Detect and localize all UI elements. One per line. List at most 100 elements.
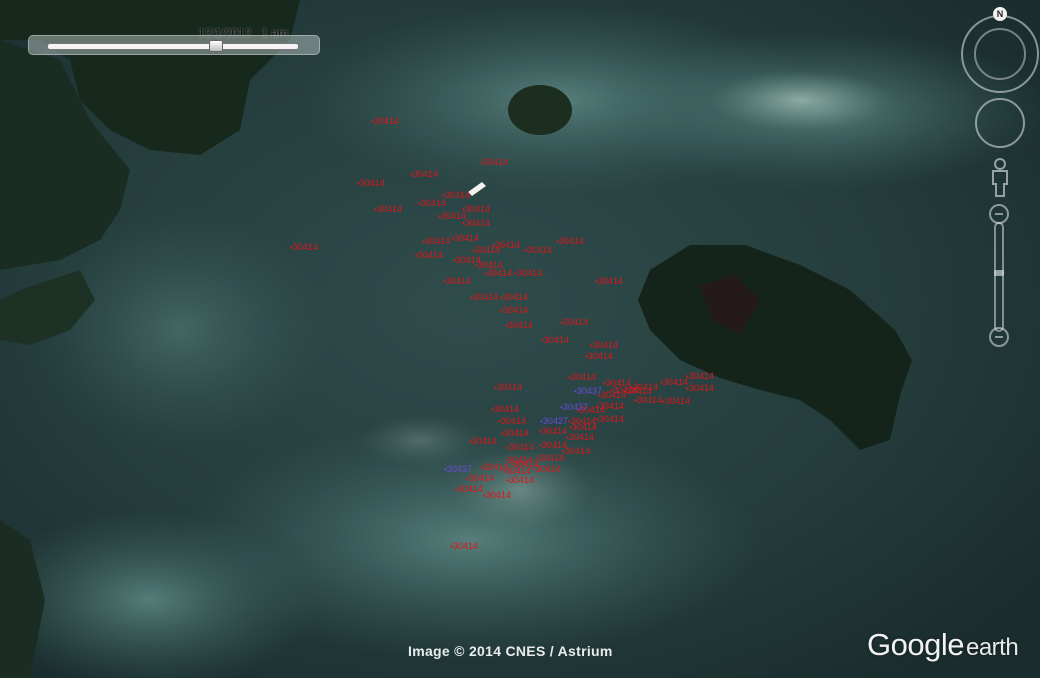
placemark-label[interactable]: •30414	[595, 276, 623, 287]
placemark-label[interactable]: •30414	[536, 453, 564, 464]
placemark-label[interactable]: •30414	[415, 250, 443, 261]
placemark-label[interactable]: •30414	[590, 340, 618, 351]
placemark-text: 30414	[508, 442, 534, 452]
placemark-label[interactable]: •30414	[686, 383, 714, 394]
placemark-label[interactable]: •30437	[574, 386, 602, 397]
placemark-text: 30414	[597, 276, 623, 286]
google-earth-logo: Googleearth	[867, 627, 1019, 663]
placemark-label[interactable]: •30414	[290, 242, 318, 253]
placemark-label[interactable]: •30414	[568, 372, 596, 383]
look-joystick-icon[interactable]	[975, 98, 1025, 148]
placemark-text: 30414	[424, 236, 450, 246]
placemark-label[interactable]: •30414	[443, 276, 471, 287]
placemark-text: 30437	[576, 386, 602, 396]
placemark-label[interactable]: •30414	[410, 169, 438, 180]
placemark-label[interactable]: •30414	[556, 236, 584, 247]
placemark-label[interactable]: •30414	[450, 541, 478, 552]
placemark-label[interactable]: •30414	[506, 442, 534, 453]
placemark-label[interactable]: •30414	[562, 446, 590, 457]
placemark-text: 30414	[587, 351, 613, 361]
placemark-label[interactable]: •30414	[480, 157, 508, 168]
reef	[360, 414, 480, 466]
placemark-label[interactable]: •30414	[539, 426, 567, 437]
placemark-text: 30414	[464, 204, 490, 214]
placemark-label[interactable]: •30414	[503, 466, 531, 477]
placemark-label[interactable]: •30414	[469, 436, 497, 447]
placemark-text: 30414	[505, 466, 531, 476]
placemark-label[interactable]: •30414	[566, 432, 594, 443]
placemark-label[interactable]: •30414	[491, 404, 519, 415]
placemark-label[interactable]: •30414	[501, 428, 529, 439]
satellite-map[interactable]: •30414 •30414 •30414 •30414 •30414 •30414 •304…	[0, 0, 1040, 678]
placemark-label[interactable]: •30414	[462, 218, 490, 229]
placemark-label[interactable]: •30414	[357, 178, 385, 189]
placemark-label[interactable]: •30414	[494, 382, 522, 393]
placemark-label[interactable]: •30414	[451, 233, 479, 244]
placemark-label[interactable]: •30414	[533, 464, 561, 475]
placemark-label[interactable]: •30437	[560, 402, 588, 413]
placemark-text: 30437	[446, 464, 472, 474]
placemark-text: 30414	[486, 268, 512, 278]
placemark-label[interactable]: •30414	[455, 484, 483, 495]
placemark-text: 30414	[503, 428, 529, 438]
placemark-label[interactable]: •30414	[505, 320, 533, 331]
placemark-text: 30414	[558, 236, 584, 246]
placemark-label[interactable]: •30414	[470, 292, 498, 303]
placemark-text: 30414	[538, 453, 564, 463]
north-indicator[interactable]: N	[993, 7, 1007, 21]
placemark-label[interactable]: •30437	[444, 464, 472, 475]
placemark-label[interactable]: •30414	[462, 204, 490, 215]
placemark-label[interactable]: •30414	[484, 268, 512, 279]
street-view-pegman-icon[interactable]	[987, 158, 1013, 198]
placemark-text: 30414	[662, 377, 688, 387]
placemark-text: 30414	[570, 416, 596, 426]
placemark-label[interactable]: •30414	[442, 190, 470, 201]
placemark-text: 30414	[516, 268, 542, 278]
time-slider-track[interactable]	[47, 43, 299, 50]
time-slider[interactable]	[28, 35, 320, 55]
placemark-text: 30437	[562, 402, 588, 412]
placemark-text: 30414	[471, 436, 497, 446]
placemark-text: 30414	[592, 340, 618, 350]
placemark-text: 30414	[373, 116, 399, 126]
placemark-label[interactable]: •30414	[371, 116, 399, 127]
placemark-text: 30414	[507, 455, 533, 465]
placemark-label[interactable]: •30414	[500, 305, 528, 316]
zoom-slider-icon[interactable]	[988, 203, 1010, 348]
placemark-label[interactable]: •30414	[610, 385, 638, 396]
placemark-text: 30414	[417, 250, 443, 260]
imagery-credit: Image © 2014 CNES / Astrium	[408, 643, 613, 659]
placemark-text: 30414	[500, 416, 526, 426]
logo-google: Google	[867, 627, 964, 662]
placemark-label[interactable]: •30414	[498, 416, 526, 427]
placemark-label[interactable]: •30414	[662, 396, 690, 407]
placemark-text: 30414	[502, 305, 528, 315]
placemark-label[interactable]: •30414	[560, 317, 588, 328]
placemark-label[interactable]: •30414	[541, 335, 569, 346]
placemark-label[interactable]: •30414	[568, 416, 596, 427]
placemark-text: 30414	[485, 490, 511, 500]
placemark-label[interactable]: •30414	[686, 371, 714, 382]
placemark-text: 30414	[502, 292, 528, 302]
placemark-label[interactable]: •30427	[540, 416, 568, 427]
placemark-label[interactable]: •30414	[585, 351, 613, 362]
placemark-label[interactable]: •30414	[483, 490, 511, 501]
placemark-text: 30414	[562, 317, 588, 327]
placemark-text: 30414	[359, 178, 385, 188]
placemark-text: 30414	[468, 473, 494, 483]
placemark-text: 30414	[543, 335, 569, 345]
placemark-label[interactable]: •30414	[500, 292, 528, 303]
placemark-label[interactable]: •30414	[374, 204, 402, 215]
placemark-text: 30414	[612, 385, 638, 395]
placemark-label[interactable]: •30414	[422, 236, 450, 247]
placemark-label[interactable]: •30414	[524, 245, 552, 256]
logo-earth: earth	[965, 634, 1019, 661]
placemark-label[interactable]: •30414	[514, 268, 542, 279]
time-slider-thumb[interactable]	[208, 40, 223, 52]
placemark-label[interactable]: •30414	[660, 377, 688, 388]
placemark-text: 30414	[472, 292, 498, 302]
placemark-text: 30414	[570, 372, 596, 382]
placemark-label[interactable]: •30414	[492, 240, 520, 251]
placemark-label[interactable]: •30414	[505, 455, 533, 466]
compass-ring-inner[interactable]	[974, 28, 1026, 80]
